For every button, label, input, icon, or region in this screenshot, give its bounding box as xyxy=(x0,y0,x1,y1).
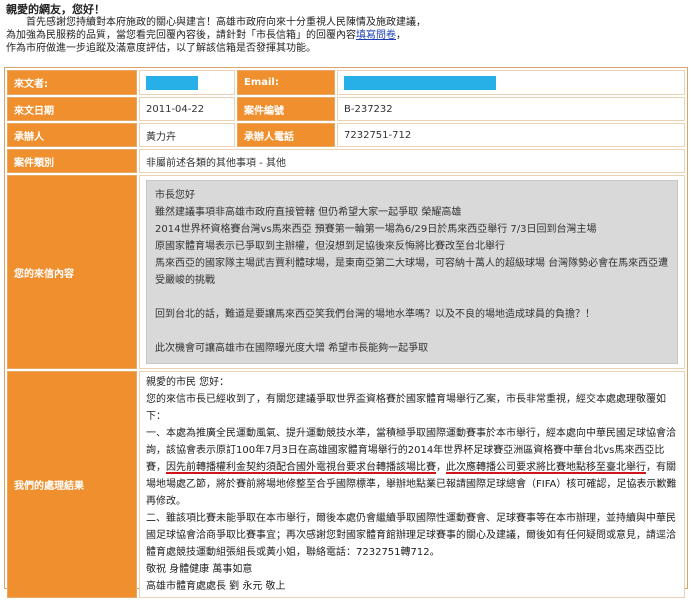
reply-line: 您的來信市長已經收到了，有關您建議爭取世界盃資格賽於國家體育場舉行乙案，市長非常… xyxy=(146,394,666,422)
letter-cell: 市長您好 雖然建議事項非高雄市政府直接管轄 但仍希望大家一起爭取 榮耀高雄 20… xyxy=(139,175,685,369)
handler-value: 黃力卉 xyxy=(139,123,235,147)
email-value xyxy=(337,70,685,95)
reply-closing: 敬祝 身體健康 萬事如意 xyxy=(146,564,253,575)
sender-value xyxy=(139,70,235,95)
underlined-clause-2: 此次應轉播公司要求將比賽地點移至臺北舉行 xyxy=(446,462,646,473)
letter-line: 市長您好 xyxy=(155,190,195,201)
category-value: 非屬前述各類的其他事項 - 其他 xyxy=(139,149,685,173)
intro-line-3: 作為市府做進一步追蹤及滿意度評估，以了解該信箱是否發揮其功能。 xyxy=(6,43,316,54)
reply-paragraph-1: 一、本處為推廣全民運動風氣、提升運動競技水準，當積極爭取國際運動賽事於本市舉行，… xyxy=(146,428,677,507)
letter-content: 市長您好 雖然建議事項非高雄市政府直接管轄 但仍希望大家一起爭取 榮耀高雄 20… xyxy=(146,180,678,364)
category-label: 案件類別 xyxy=(7,149,137,173)
letter-line: 2014世界杯資格賽台灣vs馬來西亞 預賽第一輪第一場為6/29日於馬來西亞舉行… xyxy=(155,224,597,235)
case-number-label: 案件編號 xyxy=(237,97,335,121)
intro-line-2: 為加強為民服務的品質，當您看完回覆內容後，請針對「市長信箱」的回覆內容填寫問卷， xyxy=(6,30,406,41)
survey-link[interactable]: 填寫問卷 xyxy=(356,30,396,41)
letter-spacer xyxy=(155,289,669,306)
email-label: Email: xyxy=(237,70,335,95)
sender-label: 來文者: xyxy=(7,70,137,95)
handler-phone-label: 承辦人電話 xyxy=(237,123,335,147)
letter-line: 原國家體育場表示已爭取到主辦權，但沒想到足協後來反悔將比賽改至台北舉行 xyxy=(155,241,505,252)
result-cell: 親愛的市民 您好： 您的來信市長已經收到了，有關您建議爭取世界盃資格賽於國家體育… xyxy=(139,371,685,598)
case-number-value: B-237232 xyxy=(337,97,685,121)
letter-line: 此次機會可讓高雄市在國際曝光度大增 希望市長能夠一起爭取 xyxy=(155,343,429,354)
letter-line: 雖然建議事項非高雄市政府直接管轄 但仍希望大家一起爭取 榮耀高雄 xyxy=(155,207,462,218)
underlined-clause-1: 因先前轉播權利金契約須配合國外電視台要求台轉播該場比賽 xyxy=(166,462,436,473)
date-label: 來文日期 xyxy=(7,97,137,121)
email-redaction xyxy=(344,75,496,90)
handler-phone-value: 7232751-712 xyxy=(337,123,685,147)
reply-line: 親愛的市民 您好： xyxy=(146,377,230,388)
handler-label: 承辦人 xyxy=(7,123,137,147)
letter-spacer xyxy=(155,323,669,340)
result-label: 我們的處理結果 xyxy=(7,371,137,598)
letter-label: 您的來信內容 xyxy=(7,175,137,369)
reply-content: 親愛的市民 您好： 您的來信市長已經收到了，有關您建議爭取世界盃資格賽於國家體育… xyxy=(146,372,678,597)
reply-signature: 高雄市體育處處長 劉 永元 敬上 xyxy=(146,581,286,592)
case-info-table: 來文者: Email: 來文日期 2011-04-22 案件編號 B-23723… xyxy=(5,68,687,600)
date-value: 2011-04-22 xyxy=(139,97,235,121)
intro-block: 親愛的網友，您好！ 首先感謝您持續對本府施政的關心與建言！高雄市政府向來十分重視… xyxy=(6,3,686,55)
reply-paragraph-2: 二、雖該項比賽未能爭取在本市舉行，爾後本處仍會繼續爭取國際性運動賽會、足球賽事等… xyxy=(146,513,676,558)
letter-line: 回到台北的話，難道是要讓馬來西亞笑我們台灣的場地水準嗎？以及不良的場地造成球員的… xyxy=(155,309,595,320)
case-detail-frame: 來文者: Email: 來文日期 2011-04-22 案件編號 B-23723… xyxy=(4,67,688,598)
intro-line-1: 首先感謝您持續對本府施政的關心與建言！高雄市政府向來十分重視人民陳情及施政建議， xyxy=(26,17,426,28)
sender-redaction xyxy=(146,75,198,90)
letter-line: 馬來西亞的國家隊主場武吉賈利體球場，是東南亞第二大球場，可容納十萬人的超級球場 … xyxy=(155,258,669,286)
greeting: 親愛的網友，您好！ xyxy=(6,3,105,16)
